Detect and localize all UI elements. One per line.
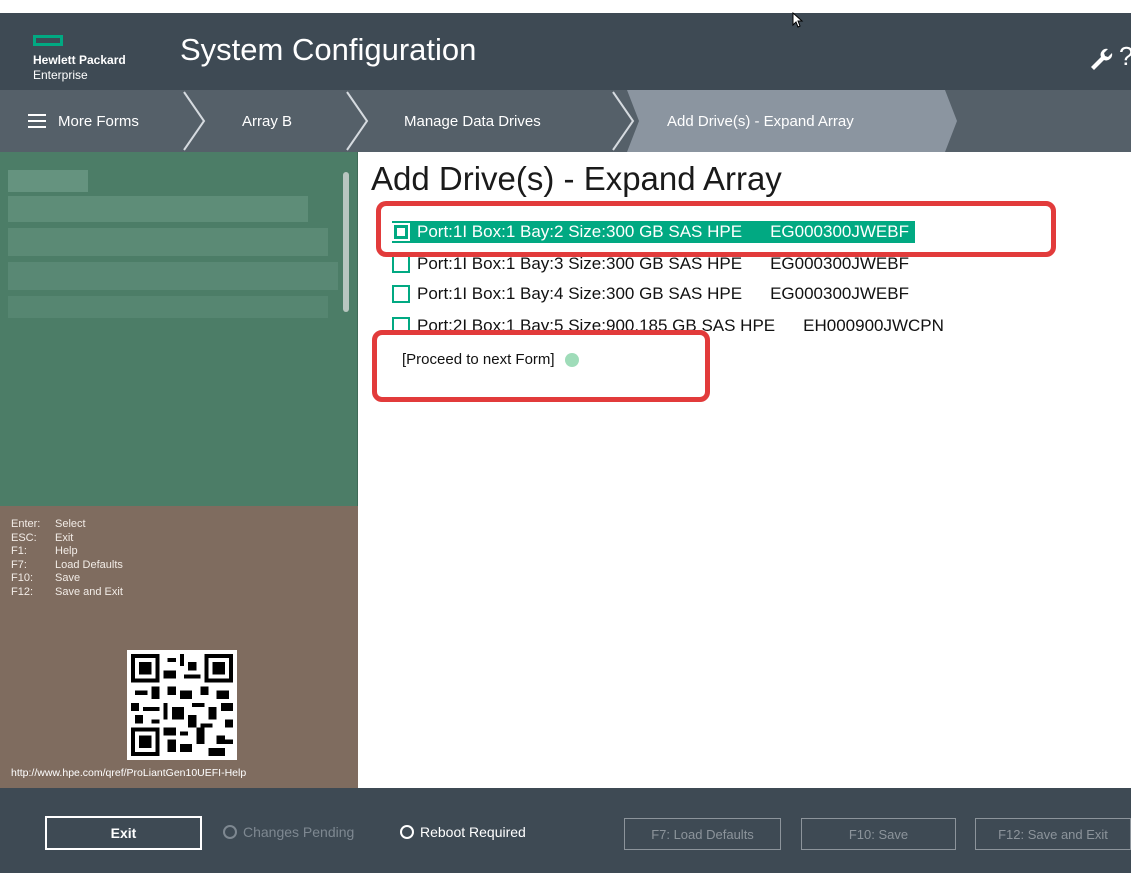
footer-bar: Exit Changes Pending Reboot Required F7:…: [0, 788, 1131, 873]
proceed-label: [Proceed to next Form]: [402, 351, 555, 368]
exit-button[interactable]: Exit: [45, 816, 202, 850]
drive-description: Port:1I Box:1 Bay:2 Size:300 GB SAS HPE: [417, 222, 743, 241]
drive-item[interactable]: Port:1I Box:1 Bay:4 Size:300 GB SAS HPE …: [392, 283, 909, 305]
mouse-cursor-icon: [792, 12, 804, 28]
checkbox[interactable]: [392, 317, 410, 335]
checkbox[interactable]: [392, 255, 410, 273]
key-help-row: Enter: Select: [11, 518, 86, 530]
checkbox[interactable]: [392, 223, 410, 241]
info-panel-scrollbar[interactable]: [343, 172, 349, 312]
obscured-text: [8, 262, 338, 290]
breadcrumb: More Forms Array B Manage Data Drives Ad…: [0, 90, 1131, 152]
drive-description: Port:2I Box:1 Bay:5 Size:900.185 GB SAS …: [417, 316, 776, 335]
hpe-logo: Hewlett Packard Enterprise: [24, 25, 174, 85]
reboot-required-indicator: Reboot Required: [400, 824, 526, 840]
app-title: System Configuration: [180, 32, 477, 67]
key-help-row: F12: Save and Exit: [11, 585, 123, 598]
breadcrumb-manage-data-drives[interactable]: Manage Data Drives: [404, 90, 541, 152]
key-help-row: ESC: Exit: [11, 531, 74, 544]
qr-code-icon: [127, 650, 237, 760]
key-help-row: F1: Help: [11, 545, 78, 557]
drive-description: Port:1I Box:1 Bay:3 Size:300 GB SAS HPE: [417, 254, 743, 273]
main-form: Add Drive(s) - Expand Array Port:1I Box:…: [358, 152, 1131, 788]
status-ring-icon: [223, 825, 237, 839]
menu-icon: [28, 114, 46, 128]
breadcrumb-separator-icon: [612, 91, 635, 151]
save-and-exit-button[interactable]: F12: Save and Exit: [975, 818, 1131, 850]
obscured-text: [8, 228, 328, 256]
key-help-row: F10: Save: [11, 572, 81, 584]
form-title: Add Drive(s) - Expand Array: [371, 160, 782, 197]
proceed-arrow-icon: [564, 352, 579, 367]
drive-model: EG000300JWEBF: [770, 222, 909, 241]
top-caption-strip: [0, 0, 1131, 13]
proceed-link[interactable]: [Proceed to next Form]: [402, 351, 579, 368]
breadcrumb-separator-icon: [346, 91, 369, 151]
form-info-panel: [0, 152, 358, 506]
drive-description: Port:1I Box:1 Bay:4 Size:300 GB SAS HPE: [417, 284, 743, 303]
breadcrumb-separator-icon: [183, 91, 206, 151]
status-label: Reboot Required: [420, 824, 526, 840]
help-url[interactable]: http://www.hpe.com/qref/ProLiantGen10UEF…: [11, 767, 246, 779]
drive-model: EG000300JWEBF: [770, 284, 909, 303]
breadcrumb-label: More Forms: [58, 112, 139, 130]
hpe-logo-box-icon: [33, 35, 63, 46]
obscured-text: [8, 170, 88, 192]
breadcrumb-array-b[interactable]: Array B: [242, 90, 292, 152]
breadcrumb-add-drives[interactable]: Add Drive(s) - Expand Array: [667, 90, 854, 152]
breadcrumb-label: Add Drive(s) - Expand Array: [667, 112, 854, 130]
breadcrumb-more-forms[interactable]: More Forms: [28, 90, 139, 152]
wrench-icon[interactable]: [1088, 46, 1114, 72]
breadcrumb-label: Manage Data Drives: [404, 112, 541, 130]
drive-item[interactable]: Port:2I Box:1 Bay:5 Size:900.185 GB SAS …: [392, 315, 944, 337]
checkbox[interactable]: [392, 285, 410, 303]
breadcrumb-label: Array B: [242, 112, 293, 130]
load-defaults-button[interactable]: F7: Load Defaults: [624, 818, 781, 850]
drive-model: EG000300JWEBF: [770, 254, 909, 273]
status-ring-icon: [400, 825, 414, 839]
obscured-text: [8, 296, 328, 318]
key-help-list: Enter: Select ESC: Exit F1: Help F7: Load De…: [11, 518, 123, 599]
status-label: Changes Pending: [243, 824, 355, 840]
vendor-name-line2: Enterprise: [33, 68, 88, 82]
key-help-row: F7: Load Defaults: [11, 558, 123, 571]
save-button[interactable]: F10: Save: [801, 818, 956, 850]
drive-model: EH000900JWCPN: [803, 316, 944, 335]
drive-item[interactable]: Port:1I Box:1 Bay:2 Size:300 GB SAS HPE …: [392, 221, 915, 243]
key-help-panel: Enter: Select ESC: Exit F1: Help F7: Load De…: [0, 506, 358, 788]
obscured-text: [8, 196, 308, 222]
help-icon[interactable]: ?: [1119, 41, 1131, 72]
app-header: Hewlett Packard Enterprise System Config…: [0, 13, 1131, 90]
changes-pending-indicator: Changes Pending: [223, 824, 354, 840]
vendor-name-line1: Hewlett Packard: [33, 53, 126, 67]
drive-item[interactable]: Port:1I Box:1 Bay:3 Size:300 GB SAS HPE …: [392, 253, 909, 275]
